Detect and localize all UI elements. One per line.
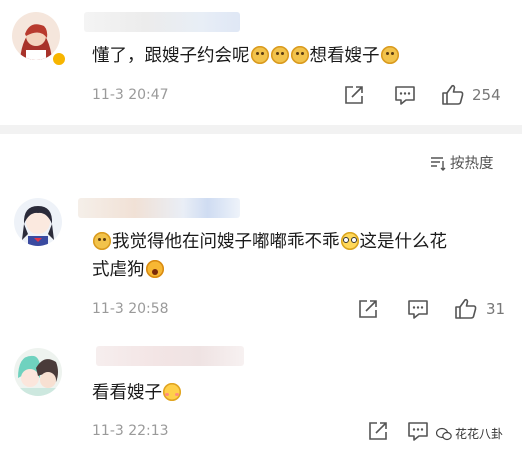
- like-button[interactable]: [453, 296, 479, 322]
- username-blurred[interactable]: [84, 12, 240, 32]
- avatar-icon: [14, 348, 62, 396]
- reply-button[interactable]: [405, 296, 431, 322]
- share-button[interactable]: [355, 296, 381, 322]
- glasses-emoji-icon: [340, 232, 359, 250]
- share-icon: [359, 300, 377, 318]
- thumbs-up-icon: [455, 298, 477, 319]
- share-icon: [369, 422, 387, 440]
- like-count-2: 31: [486, 300, 506, 318]
- doge-emoji-icon: [93, 232, 111, 250]
- watermark-text: 花花八卦: [455, 427, 504, 441]
- blushing-emoji-icon: [163, 383, 181, 401]
- comment-text-2: 我觉得他在问嫂子嘟嘟乖不乖 这是什么花: [92, 228, 447, 256]
- share-icon: [345, 86, 363, 104]
- share-button[interactable]: [341, 82, 367, 108]
- sort-by-hot-button[interactable]: 按热度: [430, 152, 494, 173]
- comment-1-text-a: 懂了，跟嫂子约会呢: [92, 46, 250, 66]
- doge-emoji-icon: [290, 46, 309, 64]
- comment-icon: [408, 422, 428, 441]
- sort-label: 按热度: [450, 156, 494, 172]
- comment-3-text: 看看嫂子: [92, 383, 162, 403]
- comment-3-time: 11-3 22:13: [92, 423, 169, 439]
- share-button[interactable]: [365, 418, 391, 444]
- avatar-icon: [14, 198, 62, 246]
- avatar-icon: [12, 12, 60, 60]
- comment-2-line2: 式虐狗: [92, 260, 145, 280]
- like-button[interactable]: [440, 82, 466, 108]
- sort-icon: [431, 156, 446, 171]
- username-blurred[interactable]: [78, 198, 240, 218]
- comment-2-time: 11-3 20:58: [92, 301, 169, 317]
- comment-1-text-b: 想看嫂子: [309, 46, 380, 66]
- doge-emoji-icon: [270, 46, 289, 64]
- thumbs-up-icon: [442, 84, 464, 105]
- comment-2-line1-b: 这是什么花: [359, 232, 448, 252]
- comment-text-3: 看看嫂子: [92, 379, 182, 407]
- doge-emoji-icon: [380, 46, 399, 64]
- comment-icon: [395, 86, 415, 105]
- like-count-1: 254: [472, 86, 501, 104]
- comment-text-2-line2: 式虐狗: [92, 256, 165, 284]
- avatar-comment-1[interactable]: [12, 12, 60, 60]
- avatar-comment-3[interactable]: [14, 348, 62, 396]
- watermark: 花花八卦: [436, 425, 503, 442]
- comment-icon: [408, 300, 428, 319]
- comment-2-line1-a: 我觉得他在问嫂子嘟嘟乖不乖: [112, 232, 340, 252]
- wechat-icon: [436, 427, 452, 440]
- verified-badge-icon: [52, 52, 66, 66]
- doge-emoji-icon: [250, 46, 269, 64]
- reply-button[interactable]: [392, 82, 418, 108]
- shouting-emoji-icon: [145, 260, 164, 278]
- avatar-comment-2[interactable]: [14, 198, 62, 246]
- username-blurred[interactable]: [96, 346, 244, 366]
- comment-text-1: 懂了，跟嫂子约会呢 想看嫂子: [92, 42, 400, 70]
- section-divider: [0, 125, 522, 134]
- comment-1-time: 11-3 20:47: [92, 87, 169, 103]
- reply-button[interactable]: [405, 418, 431, 444]
